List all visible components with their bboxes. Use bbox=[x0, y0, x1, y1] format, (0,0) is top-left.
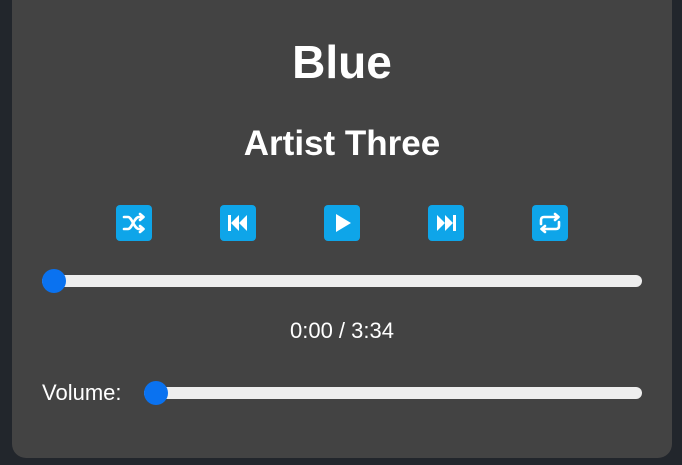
time-display: 0:00 / 3:34 bbox=[290, 318, 394, 343]
play-button[interactable] bbox=[324, 205, 360, 241]
next-button[interactable] bbox=[428, 205, 464, 241]
shuffle-icon bbox=[122, 212, 145, 234]
skip-next-icon bbox=[437, 215, 456, 231]
volume-slider-thumb[interactable] bbox=[144, 381, 168, 405]
player-card: Blue Artist Three 0:00 / 3:34 Volume: bbox=[12, 0, 672, 458]
song-title: Blue bbox=[292, 36, 392, 88]
progress-slider[interactable] bbox=[42, 269, 642, 293]
repeat-button[interactable] bbox=[532, 205, 568, 241]
repeat-icon bbox=[539, 212, 561, 234]
skip-previous-icon bbox=[228, 215, 247, 231]
shuffle-button[interactable] bbox=[116, 205, 152, 241]
previous-button[interactable] bbox=[220, 205, 256, 241]
play-icon bbox=[336, 214, 351, 232]
progress-slider-thumb[interactable] bbox=[42, 269, 66, 293]
artist-name: Artist Three bbox=[243, 124, 441, 163]
volume-slider[interactable] bbox=[144, 381, 642, 405]
volume-label: Volume: bbox=[42, 380, 122, 405]
